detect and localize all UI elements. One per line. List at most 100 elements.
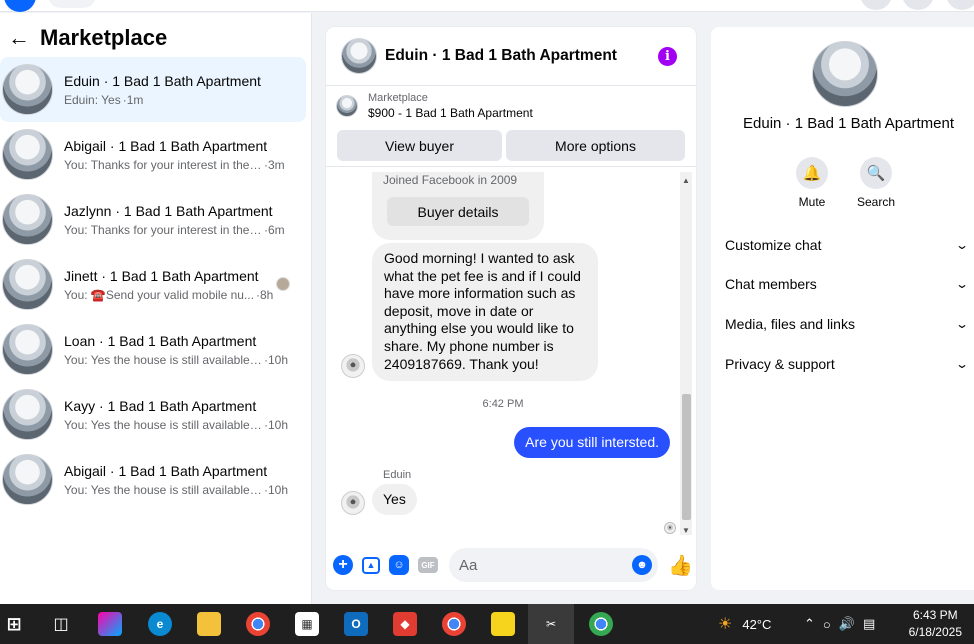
- conversation-title: Abigail · 1 Bad 1 Bath Apartment: [64, 137, 268, 154]
- search-action[interactable]: 🔍 Search: [851, 157, 901, 209]
- copilot-icon[interactable]: [98, 612, 122, 636]
- snipping-tool-icon[interactable]: ✂: [528, 604, 574, 644]
- conversation-snippet: You: Thanks for your interest in the h..…: [64, 157, 262, 172]
- menu-item-customize-chat[interactable]: Customize chat ⌄: [725, 225, 969, 265]
- windows-start-icon[interactable]: ⊞: [2, 612, 26, 636]
- conversation-time: ·10h: [264, 482, 289, 497]
- chevron-up-icon[interactable]: ⌃: [804, 616, 815, 632]
- conversation-item[interactable]: Abigail · 1 Bad 1 Bath Apartment You: Th…: [0, 122, 306, 187]
- network-icon[interactable]: ▤: [863, 616, 875, 632]
- incoming-message: Good morning! I wanted to ask what the p…: [372, 243, 598, 382]
- mute-action[interactable]: 🔔 Mute: [787, 157, 837, 209]
- listing-avatar: [2, 389, 53, 440]
- scroll-down-icon[interactable]: ▼: [682, 526, 690, 535]
- conversation-title: Abigail · 1 Bad 1 Bath Apartment: [64, 462, 268, 479]
- conversation-item[interactable]: Jazlynn · 1 Bad 1 Bath Apartment You: Th…: [0, 187, 306, 252]
- message-list: Joined Facebook in 2009 Buyer details Go…: [326, 172, 680, 537]
- gif-icon[interactable]: GIF: [418, 557, 438, 573]
- sticky-notes-icon[interactable]: [491, 612, 515, 636]
- facebook-logo-icon[interactable]: [4, 0, 36, 12]
- scrollbar-thumb[interactable]: [682, 394, 691, 520]
- conversation-item[interactable]: Loan · 1 Bad 1 Bath Apartment You: Yes t…: [0, 317, 306, 382]
- listing-summary[interactable]: Marketplace $900 - 1 Bad 1 Bath Apartmen…: [326, 86, 696, 125]
- photo-icon[interactable]: ▲: [362, 556, 380, 574]
- menu-item-label: Media, files and links: [725, 315, 855, 332]
- sender-avatar: [341, 491, 365, 515]
- chrome-profile-icon[interactable]: [442, 612, 466, 636]
- top-nav-bar: [0, 0, 974, 12]
- anydesk-icon[interactable]: ◆: [393, 612, 417, 636]
- microsoft-store-icon[interactable]: ▦: [295, 612, 319, 636]
- menu-item-chat-members[interactable]: Chat members ⌄: [725, 265, 969, 305]
- messenger-circle-icon[interactable]: [902, 0, 934, 10]
- menu-item-privacy-support[interactable]: Privacy & support ⌄: [725, 344, 970, 384]
- menu-item-label: Customize chat: [725, 236, 822, 253]
- details-avatar[interactable]: [812, 41, 878, 107]
- chrome-alt-icon[interactable]: [589, 612, 613, 636]
- message-composer: + ▲ ☺ GIF ☻ 👍: [326, 544, 696, 586]
- bell-icon[interactable]: 🔔: [796, 157, 828, 189]
- clock-time: 6:43 PM: [912, 608, 958, 622]
- more-options-button[interactable]: More options: [506, 130, 685, 161]
- conversation-list: Eduin · 1 Bad 1 Bath Apartment Eduin: Ye…: [0, 57, 306, 512]
- view-buyer-button[interactable]: View buyer: [337, 130, 502, 161]
- system-clock[interactable]: 6:43 PM 6/18/2025: [909, 607, 962, 641]
- search-pill[interactable]: [48, 0, 96, 8]
- buyer-info-card: Joined Facebook in 2009 Buyer details: [372, 172, 544, 240]
- sender-name: Eduin: [383, 469, 412, 481]
- conversation-snippet: Eduin: Yes: [64, 92, 121, 107]
- file-explorer-icon[interactable]: [197, 612, 221, 636]
- menu-item-label: Privacy & support: [725, 355, 835, 372]
- details-name: Eduin · 1 Bad 1 Bath Apartment: [743, 115, 954, 132]
- thumbs-up-icon[interactable]: 👍: [668, 553, 693, 578]
- task-view-icon[interactable]: ◫: [49, 612, 73, 636]
- listing-avatar: [2, 194, 53, 245]
- conversation-item[interactable]: Abigail · 1 Bad 1 Bath Apartment You: Ye…: [0, 447, 306, 512]
- plus-icon[interactable]: +: [333, 555, 353, 575]
- buyer-details-button[interactable]: Buyer details: [387, 197, 529, 226]
- chevron-down-icon: ⌄: [954, 356, 970, 371]
- listing-avatar: [2, 324, 53, 375]
- weather-widget[interactable]: ☀ 42°C: [718, 604, 771, 644]
- details-menu: Customize chat ⌄ Chat members ⌄ Media, f…: [725, 225, 970, 384]
- clock-date: 6/18/2025: [908, 625, 962, 639]
- chat-title[interactable]: Eduin · 1 Bad 1 Bath Apartment: [385, 47, 617, 65]
- edge-icon[interactable]: e: [148, 612, 172, 636]
- sidebar-title: Marketplace: [40, 25, 168, 50]
- chevron-down-icon: ⌄: [954, 316, 970, 331]
- message-scrollbar[interactable]: ▲ ▼: [680, 172, 692, 535]
- weather-sun-icon: ☀: [718, 616, 733, 633]
- reply-message: Yes: [372, 484, 417, 515]
- speaker-icon[interactable]: 🔊: [839, 616, 855, 632]
- listing-avatar: [2, 129, 53, 180]
- conversation-title: Jazlynn · 1 Bad 1 Bath Apartment: [64, 202, 273, 219]
- conversation-time: ·1m: [122, 92, 144, 107]
- chat-details-panel: Eduin · 1 Bad 1 Bath Apartment 🔔 Mute 🔍 …: [711, 27, 974, 590]
- chat-actions: View buyer More options: [326, 125, 696, 167]
- scroll-up-icon[interactable]: ▲: [682, 176, 690, 185]
- meet-icon[interactable]: ○: [823, 617, 831, 632]
- menu-circle-icon[interactable]: [860, 0, 892, 10]
- message-input-wrapper: ☻: [449, 548, 658, 582]
- message-input[interactable]: [459, 556, 629, 574]
- conversation-snippet: You: Yes the house is still available fo…: [64, 482, 262, 497]
- conversation-item[interactable]: Kayy · 1 Bad 1 Bath Apartment You: Yes t…: [0, 382, 306, 447]
- sticker-icon[interactable]: ☺: [389, 555, 409, 575]
- chrome-icon[interactable]: [246, 612, 270, 636]
- menu-item-label: Chat members: [725, 276, 817, 293]
- search-label: Search: [856, 195, 896, 209]
- menu-item-media-files[interactable]: Media, files and links ⌄: [725, 304, 970, 344]
- emoji-icon[interactable]: ☻: [632, 555, 652, 575]
- listing-avatar: [2, 259, 53, 310]
- chat-avatar[interactable]: [341, 38, 377, 74]
- search-icon[interactable]: 🔍: [860, 157, 892, 189]
- profile-avatar[interactable]: [946, 0, 974, 10]
- conversation-item[interactable]: Eduin · 1 Bad 1 Bath Apartment Eduin: Ye…: [0, 57, 306, 122]
- outlook-icon[interactable]: O: [344, 612, 368, 636]
- info-icon[interactable]: i: [658, 47, 677, 66]
- conversation-title: Jinett · 1 Bad 1 Bath Apartment: [64, 267, 259, 284]
- back-arrow-icon[interactable]: ←: [8, 25, 30, 51]
- conversation-item[interactable]: Jinett · 1 Bad 1 Bath Apartment You: ☎️S…: [0, 252, 306, 317]
- windows-taskbar: ⊞ ◫ e ▦ O ◆ ✂ ☀ 42°C ⌃ ○ 🔊 ▤ 6:43 PM 6/1…: [0, 604, 974, 644]
- sender-avatar: [341, 354, 365, 378]
